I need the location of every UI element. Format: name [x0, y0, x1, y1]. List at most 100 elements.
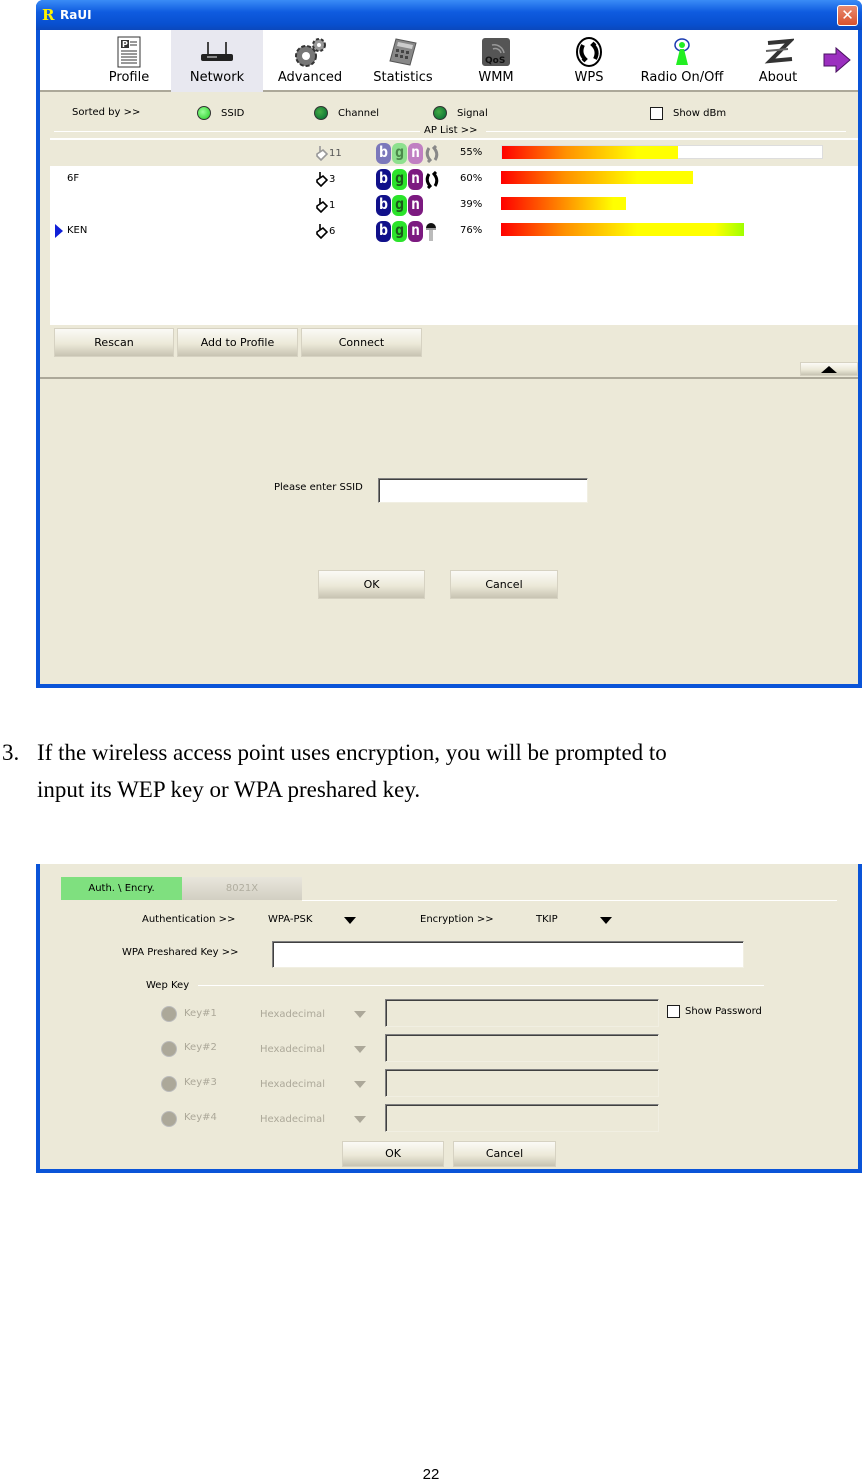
divider [302, 900, 837, 901]
chevron-down-icon[interactable] [354, 1011, 366, 1018]
chevron-down-icon[interactable] [354, 1046, 366, 1053]
sort-signal-radio[interactable]: Signal [433, 106, 488, 120]
connected-indicator-icon [55, 224, 63, 238]
ap-list-row[interactable]: KEN 6 b g n 76% [50, 218, 858, 244]
show-dbm-checkbox[interactable]: Show dBm [650, 107, 726, 120]
step-number: 3. [2, 740, 20, 765]
wep-key-format[interactable]: Hexadecimal [260, 1114, 325, 1125]
ok-button[interactable]: OK [318, 570, 425, 599]
wep-key-input[interactable] [385, 999, 659, 1027]
mode-g-icon: g [392, 195, 407, 216]
cancel-button[interactable]: Cancel [453, 1141, 556, 1167]
toolbar-radio-on-off[interactable]: Radio On/Off [636, 30, 728, 92]
channel-antenna-icon [316, 146, 328, 161]
toolbar-label: Network [189, 70, 245, 85]
close-button[interactable]: ✕ [837, 5, 858, 26]
cancel-button[interactable]: Cancel [450, 570, 558, 599]
mode-n-icon: n [408, 221, 423, 242]
divider [198, 985, 764, 986]
sort-ssid-radio[interactable]: SSID [197, 106, 244, 120]
tab-8021x[interactable]: 8021X [182, 877, 302, 900]
ap-signal-percent: 60% [460, 173, 483, 184]
ok-button[interactable]: OK [342, 1141, 444, 1167]
authentication-label: Authentication >> [142, 914, 236, 925]
arrow-right-icon [823, 46, 851, 74]
wpa-preshared-key-input[interactable] [272, 941, 744, 968]
connect-button[interactable]: Connect [301, 328, 422, 357]
toolbar-label: Statistics [373, 70, 433, 85]
chevron-down-icon[interactable] [354, 1081, 366, 1088]
ap-channel: 1 [314, 197, 335, 213]
ap-list-label: AP List >> [424, 125, 478, 136]
signal-bar [501, 145, 823, 159]
ap-modes: b g n [376, 221, 438, 242]
rescan-button[interactable]: Rescan [54, 328, 174, 357]
toolbar-network[interactable]: Network [171, 30, 263, 92]
authentication-dropdown[interactable]: WPA-PSK [268, 914, 368, 925]
show-password-checkbox[interactable]: Show Password [667, 1005, 762, 1018]
title-bar[interactable]: R RaUI ✕ [36, 0, 862, 30]
calculator-icon [357, 36, 449, 68]
triangle-up-icon [821, 366, 837, 373]
encryption-settings-window: Auth. \ Encry. 8021X Authentication >> W… [36, 864, 862, 1173]
toolbar-wmm[interactable]: QoS WMM [450, 30, 542, 92]
wep-key-input[interactable] [385, 1034, 659, 1062]
ap-signal-percent: 76% [460, 225, 483, 236]
wep-key-radio[interactable] [161, 1006, 177, 1022]
mode-b-icon: b [376, 143, 391, 164]
toolbar-label: Profile [108, 70, 150, 85]
ap-list-row[interactable]: 6F 3 b g n 60% [50, 166, 858, 192]
svg-text:P: P [122, 40, 128, 49]
radio-label: Channel [338, 107, 380, 119]
ap-modes: b g n [376, 169, 440, 190]
wep-key-input[interactable] [385, 1069, 659, 1097]
collapse-button[interactable] [800, 362, 858, 376]
channel-antenna-icon [316, 224, 328, 239]
tab-auth-encry[interactable]: Auth. \ Encry. [61, 877, 182, 900]
ap-list-panel: Sorted by >> SSID Channel Signal Show dB… [40, 92, 858, 376]
toolbar-profile[interactable]: P Profile [83, 30, 175, 92]
encryption-value: TKIP [536, 914, 558, 925]
toolbar-wps[interactable]: WPS [543, 30, 635, 92]
mode-b-icon: b [376, 221, 391, 242]
checkbox-box [667, 1005, 680, 1018]
wep-key-label: Key#4 [184, 1112, 217, 1123]
ap-list-row[interactable]: 11 b g n 55% [50, 140, 858, 166]
checkbox-box [650, 107, 663, 120]
wep-key-format[interactable]: Hexadecimal [260, 1079, 325, 1090]
wps-icon [425, 170, 439, 189]
next-arrow-button[interactable] [822, 46, 852, 77]
wep-key-label: Key#1 [184, 1008, 217, 1019]
wep-key-label: Key#3 [184, 1077, 217, 1088]
wep-key-radio[interactable] [161, 1041, 177, 1057]
ap-list[interactable]: 11 b g n 55% 6F 3 b g n 60% 1 b g n 39% … [50, 138, 858, 325]
app-logo-icon: R [42, 6, 55, 24]
ap-channel: 11 [314, 145, 342, 161]
channel-number: 11 [329, 147, 342, 159]
ap-list-row[interactable]: 1 b g n 39% [50, 192, 858, 218]
ssid-input[interactable] [378, 478, 588, 503]
divider [486, 131, 846, 132]
profile-icon: P [83, 36, 175, 68]
page-number: 22 [422, 1466, 440, 1483]
wep-key-input[interactable] [385, 1104, 659, 1132]
signal-bar-fill [501, 171, 693, 184]
toolbar-advanced[interactable]: Advanced [264, 30, 356, 92]
wep-key-radio[interactable] [161, 1076, 177, 1092]
wep-key-format[interactable]: Hexadecimal [260, 1044, 325, 1055]
instruction-line-2: input its WEP key or WPA preshared key. [37, 777, 421, 802]
chevron-down-icon [344, 917, 356, 924]
chevron-down-icon[interactable] [354, 1116, 366, 1123]
wep-key-radio[interactable] [161, 1111, 177, 1127]
wps-icon [543, 36, 635, 68]
chevron-down-icon [600, 917, 612, 924]
ap-modes: b g n [376, 143, 440, 164]
add-to-profile-button[interactable]: Add to Profile [177, 328, 298, 357]
signal-bar-fill [501, 223, 744, 236]
encryption-dropdown[interactable]: TKIP [536, 914, 626, 925]
wep-key-format[interactable]: Hexadecimal [260, 1009, 325, 1020]
sort-channel-radio[interactable]: Channel [314, 106, 379, 120]
about-logo-icon [732, 36, 824, 68]
toolbar-statistics[interactable]: Statistics [357, 30, 449, 92]
toolbar-about[interactable]: About [732, 30, 824, 92]
